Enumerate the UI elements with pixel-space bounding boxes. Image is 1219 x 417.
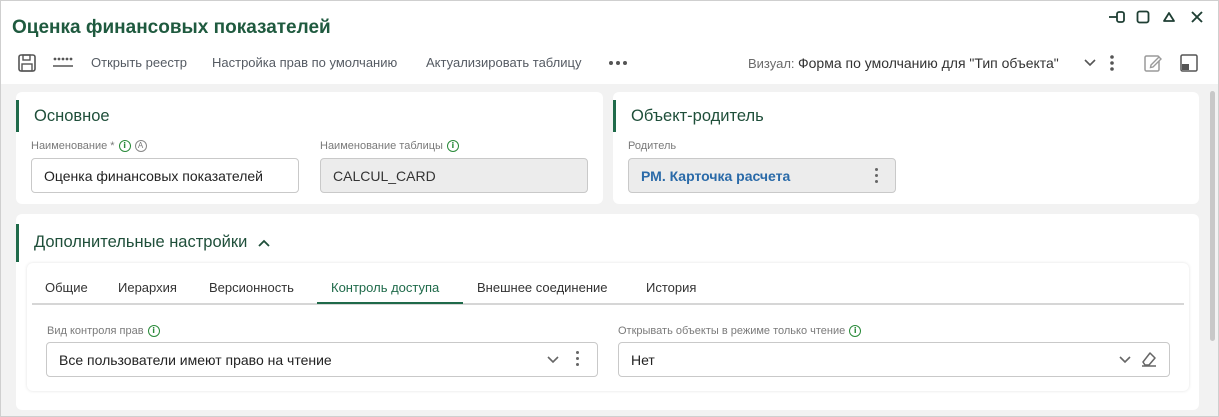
- table-label: Наименование таблицы: [320, 140, 443, 152]
- rights-select[interactable]: Все пользователи имеют право на чтение: [46, 342, 598, 377]
- kebab-icon[interactable]: [1100, 51, 1124, 75]
- menu-icon[interactable]: [51, 51, 75, 75]
- window-title: Оценка финансовых показателей: [12, 17, 331, 38]
- rights-label: Вид контроля прав: [47, 325, 144, 337]
- readonly-label: Открывать объекты в режиме только чтение: [618, 325, 846, 337]
- section-title-extra[interactable]: Дополнительные настройки: [34, 233, 270, 252]
- chevron-down-icon[interactable]: [1119, 356, 1131, 364]
- info-icon[interactable]: i: [849, 325, 862, 337]
- collapse-icon[interactable]: [1158, 7, 1180, 27]
- chevron-down-icon[interactable]: [547, 356, 559, 364]
- parent-link-field[interactable]: РМ. Карточка расчета: [628, 158, 896, 193]
- tab-history[interactable]: История: [646, 280, 696, 295]
- eraser-icon[interactable]: [1140, 350, 1158, 368]
- table-label-group: Наименование таблицы i: [320, 140, 459, 152]
- default-rights-button[interactable]: Настройка прав по умолчанию: [212, 55, 397, 70]
- name-label: Наименование *: [31, 140, 115, 152]
- close-icon[interactable]: [1186, 7, 1208, 27]
- scrollbar[interactable]: [1210, 91, 1215, 341]
- tab-versioning[interactable]: Версионность: [209, 280, 294, 295]
- chevron-up-icon[interactable]: [258, 239, 270, 247]
- kebab-icon[interactable]: [875, 168, 878, 183]
- more-icon[interactable]: [606, 51, 630, 75]
- chevron-down-icon[interactable]: [1078, 51, 1102, 75]
- section-accent: [16, 100, 19, 132]
- section-title-main: Основное: [34, 107, 110, 125]
- toolbar: Открыть реестр Настройка прав по умолчан…: [1, 49, 1218, 77]
- pin-icon[interactable]: [1106, 7, 1128, 27]
- parent-card: Объект-родитель Родитель РМ. Карточка ра…: [613, 92, 1199, 204]
- readonly-label-group: Открывать объекты в режиме только чтение…: [618, 325, 862, 337]
- rights-label-group: Вид контроля прав i: [47, 325, 160, 337]
- tab-bar: Общие Иерархия Версионность Контроль дос…: [32, 273, 1184, 305]
- localization-icon[interactable]: A: [134, 140, 147, 152]
- refresh-table-button[interactable]: Актуализировать таблицу: [426, 55, 581, 70]
- tab-general[interactable]: Общие: [45, 280, 88, 295]
- readonly-select[interactable]: Нет: [618, 342, 1170, 377]
- info-icon[interactable]: i: [446, 140, 459, 152]
- maximize-icon[interactable]: [1132, 7, 1154, 27]
- save-icon[interactable]: [15, 51, 39, 75]
- open-registry-button[interactable]: Открыть реестр: [91, 55, 187, 70]
- edit-icon[interactable]: [1141, 51, 1165, 75]
- info-icon[interactable]: i: [118, 140, 131, 152]
- name-input[interactable]: Оценка финансовых показателей: [31, 158, 299, 193]
- section-accent: [16, 224, 19, 262]
- window-header: Оценка финансовых показателей Открыть ре…: [1, 1, 1218, 84]
- visual-label: Визуал:: [748, 56, 795, 71]
- section-accent: [613, 100, 616, 132]
- tab-access-control[interactable]: Контроль доступа: [331, 280, 439, 295]
- parent-label: Родитель: [628, 140, 677, 152]
- active-tab-indicator: [317, 302, 463, 304]
- tab-hierarchy[interactable]: Иерархия: [118, 280, 177, 295]
- visual-select[interactable]: Форма по умолчанию для "Тип объекта": [798, 55, 1059, 71]
- info-icon[interactable]: i: [147, 325, 160, 337]
- table-name-input: CALCUL_CARD: [320, 158, 588, 193]
- extra-title: Дополнительные настройки: [34, 233, 248, 251]
- layout-icon[interactable]: [1177, 51, 1201, 75]
- tab-external-connection[interactable]: Внешнее соединение: [477, 280, 608, 295]
- section-title-parent: Объект-родитель: [631, 107, 764, 125]
- kebab-icon[interactable]: [576, 351, 579, 366]
- name-label-group: Наименование * i A: [31, 140, 147, 152]
- main-card: Основное Наименование * i A Оценка финан…: [16, 92, 603, 204]
